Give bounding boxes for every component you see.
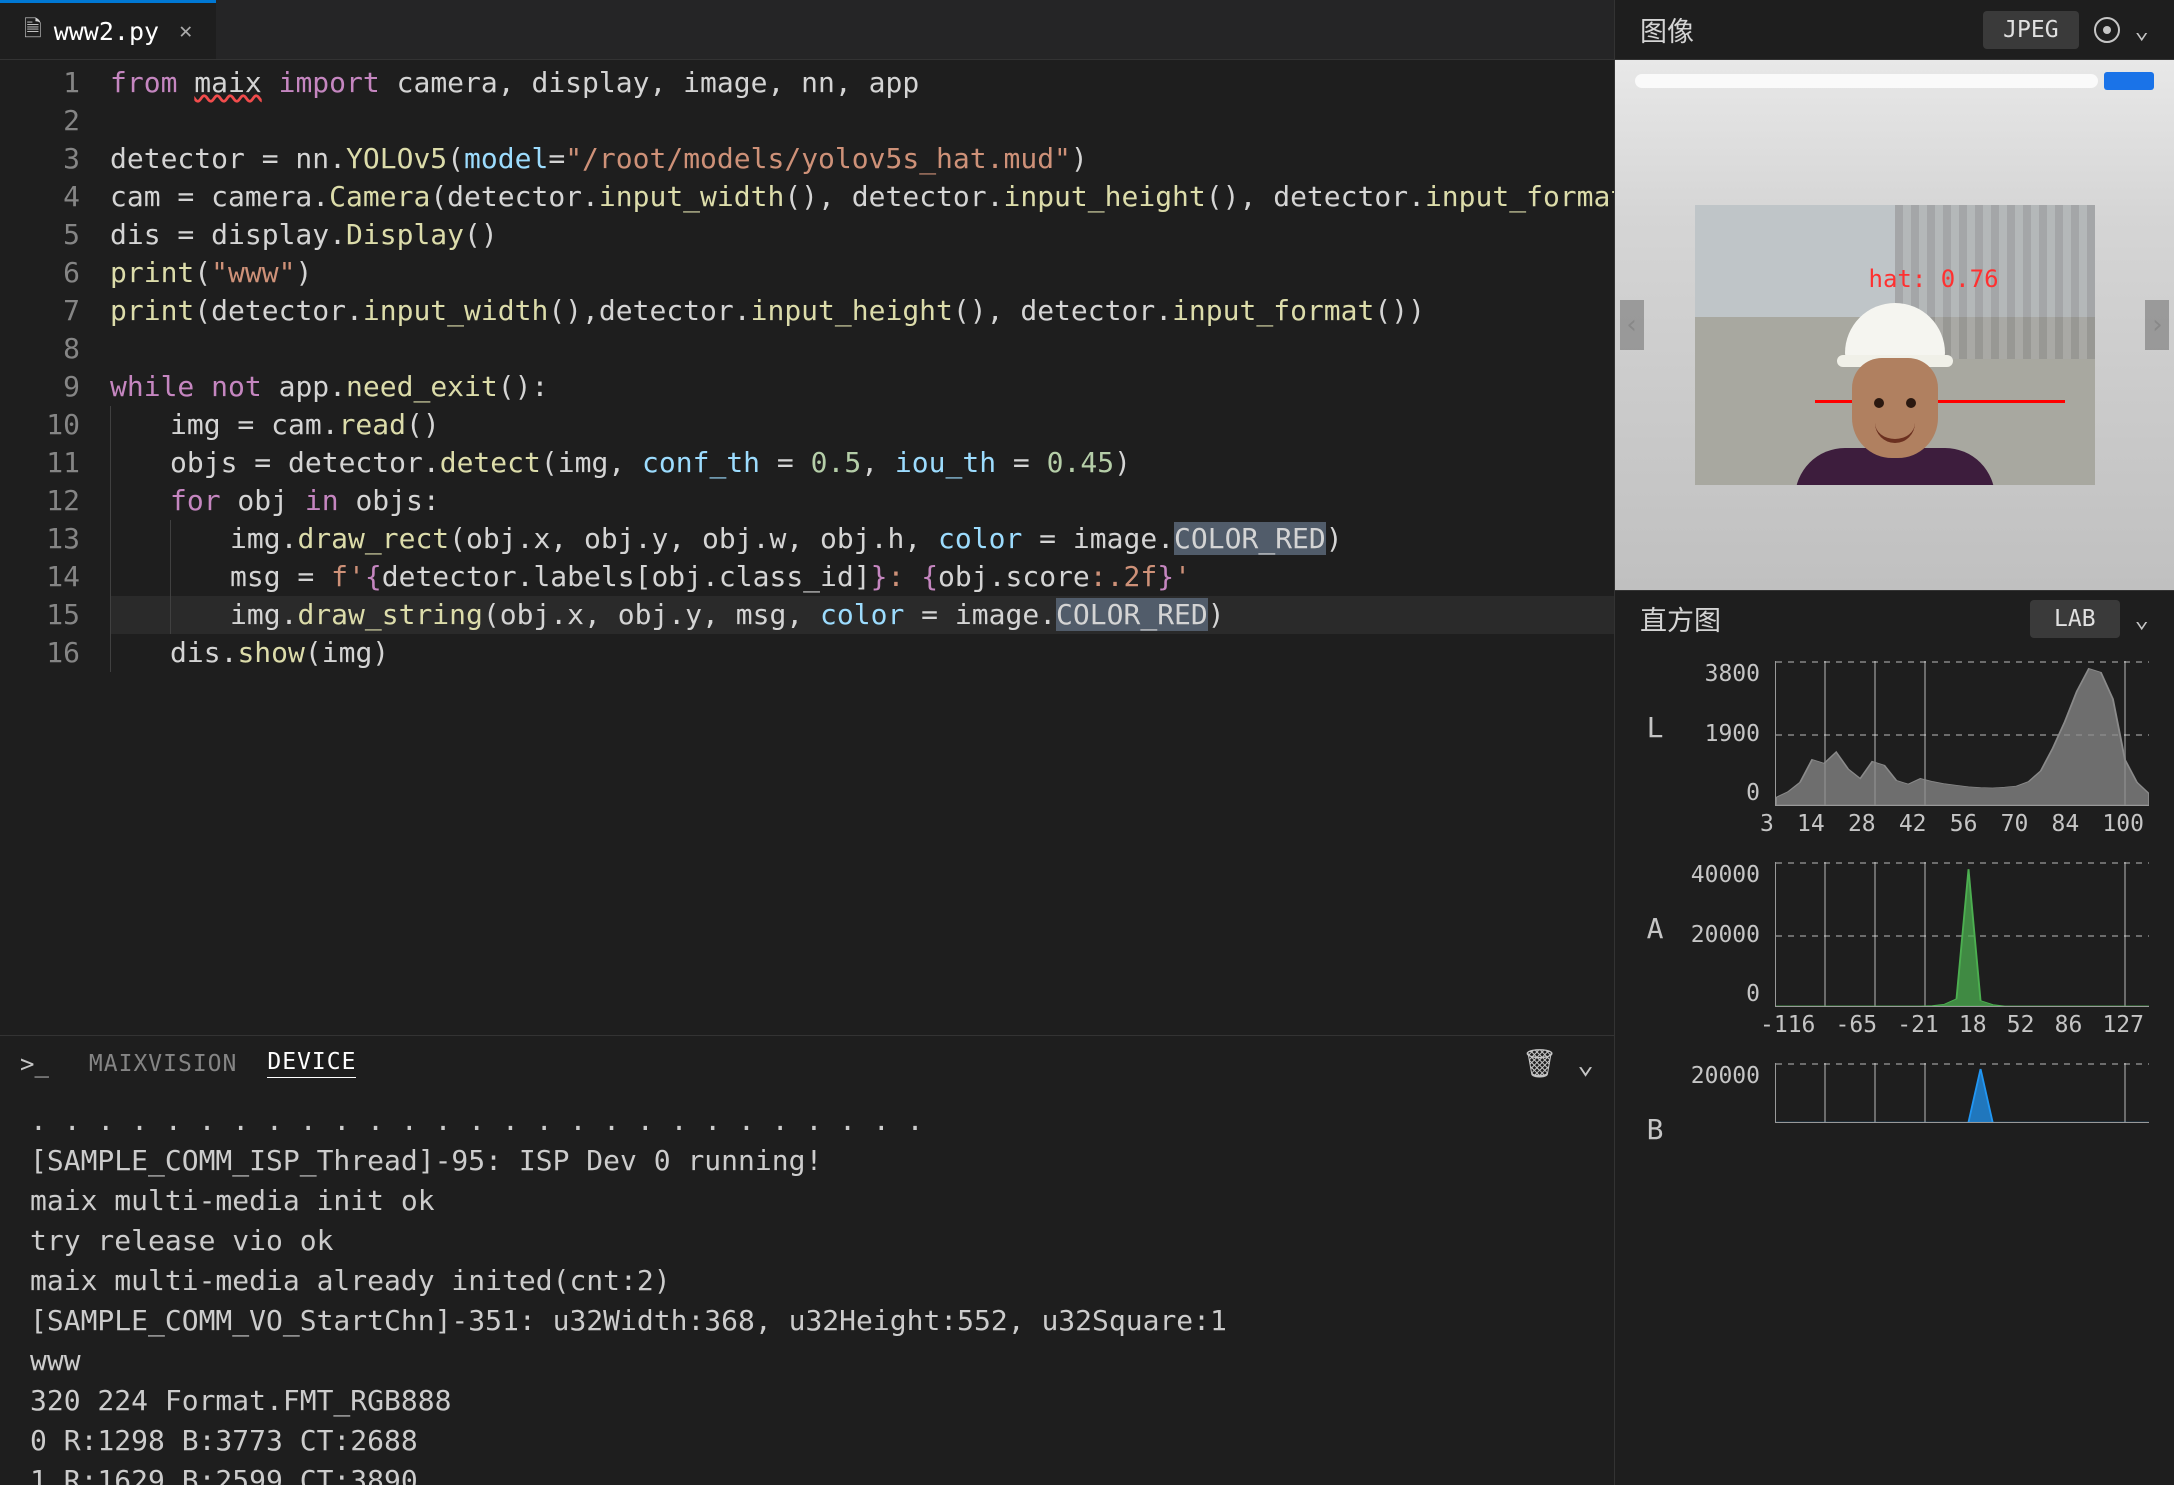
histogram-B: B20000 <box>1615 1048 2174 1218</box>
image-panel-title: 图像 <box>1640 10 1968 49</box>
camera-frame: hat: 0.76 <box>1615 60 2174 590</box>
image-format-badge[interactable]: JPEG <box>1983 11 2078 49</box>
file-icon: 🗎 <box>24 12 42 50</box>
hist-channel-label: A <box>1640 862 1670 945</box>
terminal-output[interactable]: . . . . . . . . . . . . . . . . . . . . … <box>0 1091 1614 1485</box>
preview-next-icon[interactable]: › <box>2145 300 2169 350</box>
hist-channel-label: L <box>1640 661 1670 744</box>
terminal-tab-bar: >_ MAIXVISION DEVICE 🗑 ⌄ <box>0 1036 1614 1091</box>
histogram-colorspace-badge[interactable]: LAB <box>2030 600 2120 638</box>
tab-filename: www2.py <box>54 17 159 46</box>
preview-prev-icon[interactable]: ‹ <box>1620 300 1644 350</box>
chevron-down-icon[interactable]: ⌄ <box>2135 16 2149 44</box>
terminal-tab-maixvision[interactable]: MAIXVISION <box>89 1051 237 1077</box>
chevron-down-icon[interactable]: ⌄ <box>1577 1047 1594 1080</box>
histogram-section: 直方图 LAB ⌄ L3800190003142842567084100A400… <box>1615 590 2174 1218</box>
close-icon[interactable]: ✕ <box>179 19 192 44</box>
file-tab[interactable]: 🗎 www2.py ✕ <box>0 0 216 59</box>
terminal-prompt-icon: >_ <box>20 1050 49 1078</box>
terminal-panel: >_ MAIXVISION DEVICE 🗑 ⌄ . . . . . . . .… <box>0 1035 1614 1485</box>
terminal-tab-device[interactable]: DEVICE <box>267 1049 356 1078</box>
tab-bar: 🗎 www2.py ✕ <box>0 0 1614 60</box>
line-gutter: 12345678910111213141516 <box>0 60 110 1035</box>
code-area[interactable]: from maix import camera, display, image,… <box>110 60 1614 1035</box>
record-icon[interactable] <box>2094 17 2120 43</box>
chevron-down-icon[interactable]: ⌄ <box>2135 605 2149 633</box>
hist-channel-label: B <box>1640 1063 1670 1146</box>
histogram-title: 直方图 <box>1640 599 2015 638</box>
detection-label: hat: 0.76 <box>1868 265 1998 293</box>
trash-icon[interactable]: 🗑 <box>1522 1047 1558 1080</box>
histogram-L: L3800190003142842567084100 <box>1615 646 2174 847</box>
image-preview: ‹ › hat: 0.76 <box>1615 60 2174 590</box>
histogram-A: A40000200000-116-65-21185286127 <box>1615 847 2174 1048</box>
code-editor[interactable]: 12345678910111213141516 from maix import… <box>0 60 1614 1035</box>
image-panel-header: 图像 JPEG ⌄ <box>1615 0 2174 60</box>
